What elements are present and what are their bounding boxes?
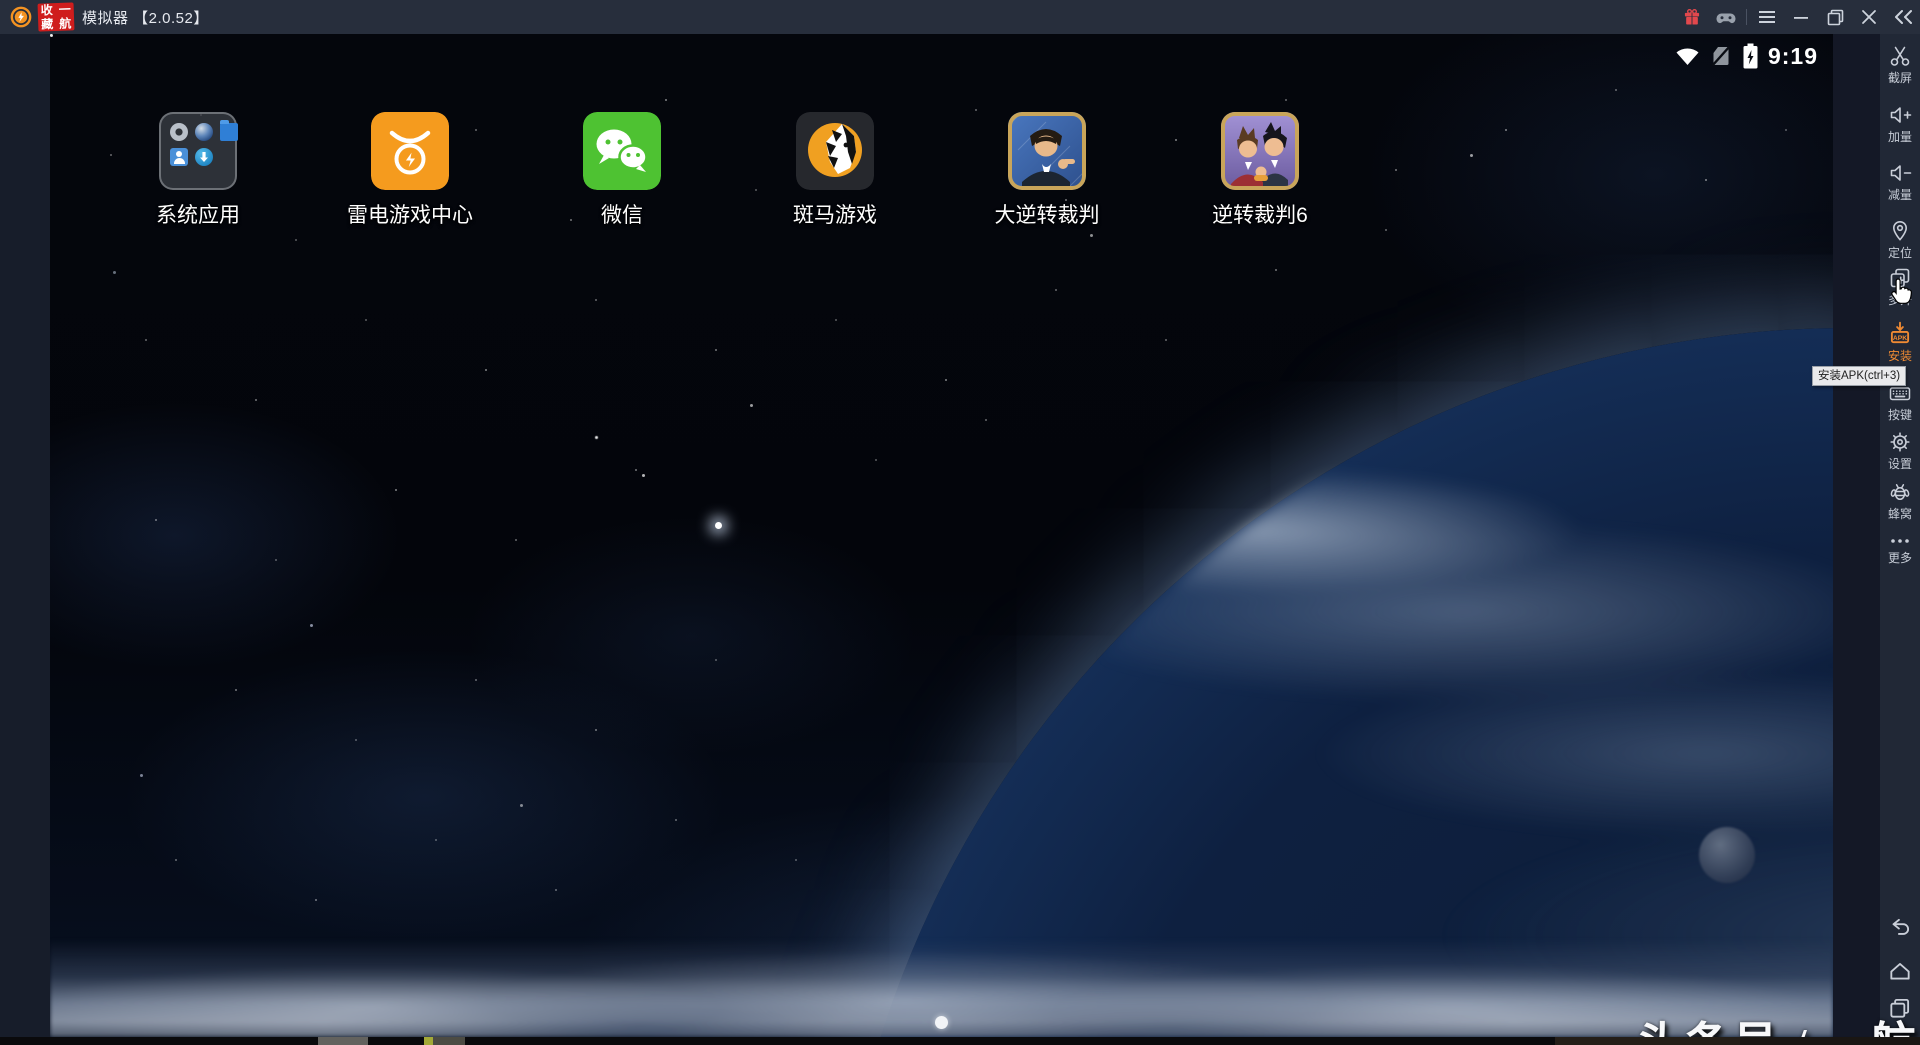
- install-apk-icon: APK: [1887, 320, 1913, 346]
- app-ace-attorney-6[interactable]: 逆转裁判6: [1198, 112, 1322, 229]
- android-display: 9:19 系统应用 雷电游戏中心: [50, 34, 1833, 1037]
- collapse-sidebar-button[interactable]: [1886, 0, 1920, 34]
- app-label: 微信: [601, 199, 643, 229]
- home-pager-dot: [935, 1016, 948, 1029]
- app-system-folder[interactable]: 系统应用: [136, 112, 260, 229]
- volume-up-icon: [1888, 103, 1912, 127]
- wifi-icon: [1674, 45, 1701, 67]
- restore-button[interactable]: [1818, 0, 1852, 34]
- ace-attorney-6-icon: [1221, 112, 1299, 190]
- restore-icon: [1826, 8, 1845, 27]
- minimize-button[interactable]: [1784, 0, 1818, 34]
- home-icon: [1887, 958, 1913, 984]
- svg-text:APK: APK: [1893, 335, 1907, 342]
- nav-back-button[interactable]: [1880, 915, 1920, 941]
- scissors-icon: [1888, 44, 1912, 68]
- strip-segment: [424, 1037, 433, 1045]
- sidebar-item-volume-down[interactable]: 减量: [1880, 161, 1920, 202]
- system-apps-folder-icon: [159, 112, 237, 190]
- install-apk-tooltip: 安装APK(ctrl+3): [1812, 366, 1906, 386]
- sidebar-item-keymapping[interactable]: 按键: [1880, 381, 1920, 422]
- app-label: 系统应用: [156, 199, 240, 229]
- sidebar-item-location[interactable]: 定位: [1880, 219, 1920, 260]
- app-ld-game-center[interactable]: 雷电游戏中心: [348, 112, 472, 229]
- location-icon: [1888, 219, 1912, 243]
- strip-segment: [433, 1037, 465, 1045]
- downloads-mini-icon: [195, 148, 213, 166]
- glowing-star: [715, 522, 722, 529]
- app-label: 雷电游戏中心: [347, 199, 473, 229]
- app-great-ace-attorney[interactable]: 大逆转裁判: [985, 112, 1109, 229]
- gift-button[interactable]: [1675, 0, 1709, 34]
- clock: 9:19: [1768, 43, 1818, 70]
- browser-mini-icon: [195, 123, 213, 141]
- close-button[interactable]: [1852, 0, 1886, 34]
- app-wechat[interactable]: 微信: [560, 112, 684, 229]
- sidebar-item-hive[interactable]: 蜂窝: [1880, 480, 1920, 521]
- nav-home-button[interactable]: [1880, 958, 1920, 984]
- window-title: 模拟器 【2.0.52】: [82, 7, 209, 28]
- sidebar-item-install-apk[interactable]: APK 安装: [1880, 320, 1920, 363]
- close-icon: [1860, 8, 1878, 26]
- toolbar-sidebar: 截屏 加量 减量 定位: [1880, 34, 1920, 1045]
- collapse-icon: [1892, 8, 1914, 26]
- bottom-video-strip: [0, 1037, 1920, 1045]
- strip-segment: [318, 1037, 368, 1045]
- window-titlebar: 收一藏航 模拟器 【2.0.52】: [0, 0, 1920, 34]
- emulator-workspace: 9:19 系统应用 雷电游戏中心: [0, 34, 1920, 1045]
- gift-icon: [1682, 7, 1702, 27]
- starfield-bright: [50, 34, 53, 37]
- faint-moon: [1699, 827, 1755, 883]
- android-status-bar: 9:19: [1674, 40, 1818, 72]
- hand-cursor: [1888, 277, 1914, 311]
- sidebar-item-more[interactable]: 更多: [1880, 534, 1920, 565]
- settings-mini-icon: [170, 123, 188, 141]
- no-sim-icon: [1710, 44, 1733, 68]
- display-sidebar-gap: [1833, 34, 1880, 1037]
- channel-stamp-badge: 收一藏航: [38, 2, 75, 31]
- strip-segment: [1555, 1037, 1740, 1045]
- ld-game-center-icon: [371, 112, 449, 190]
- zebra-games-icon: [796, 112, 874, 190]
- minimize-icon: [1792, 8, 1810, 26]
- volume-down-icon: [1888, 161, 1912, 185]
- app-label: 逆转裁判6: [1212, 199, 1308, 229]
- more-dots-icon: [1888, 534, 1912, 548]
- bee-hive-icon: [1888, 480, 1912, 504]
- gamepad-icon: [1714, 5, 1738, 29]
- menu-icon: [1757, 7, 1777, 27]
- back-icon: [1887, 915, 1913, 941]
- files-mini-icon: [220, 123, 238, 141]
- gamepad-button[interactable]: [1709, 0, 1743, 34]
- wechat-icon: [583, 112, 661, 190]
- settings-icon: [1888, 430, 1912, 454]
- sidebar-item-settings[interactable]: 设置: [1880, 430, 1920, 471]
- battery-charging-icon: [1742, 42, 1759, 70]
- app-label: 斑马游戏: [793, 199, 877, 229]
- sidebar-item-screenshot[interactable]: 截屏: [1880, 44, 1920, 85]
- sidebar-item-volume-up[interactable]: 加量: [1880, 103, 1920, 144]
- great-ace-attorney-icon: [1008, 112, 1086, 190]
- contacts-mini-icon: [170, 148, 188, 166]
- ldplayer-logo-icon: [10, 6, 32, 28]
- app-label: 大逆转裁判: [995, 199, 1100, 229]
- menu-button[interactable]: [1750, 0, 1784, 34]
- app-zebra-games[interactable]: 斑马游戏: [773, 112, 897, 229]
- titlebar-divider: [1746, 9, 1747, 25]
- strip-segment: [1740, 1037, 1920, 1045]
